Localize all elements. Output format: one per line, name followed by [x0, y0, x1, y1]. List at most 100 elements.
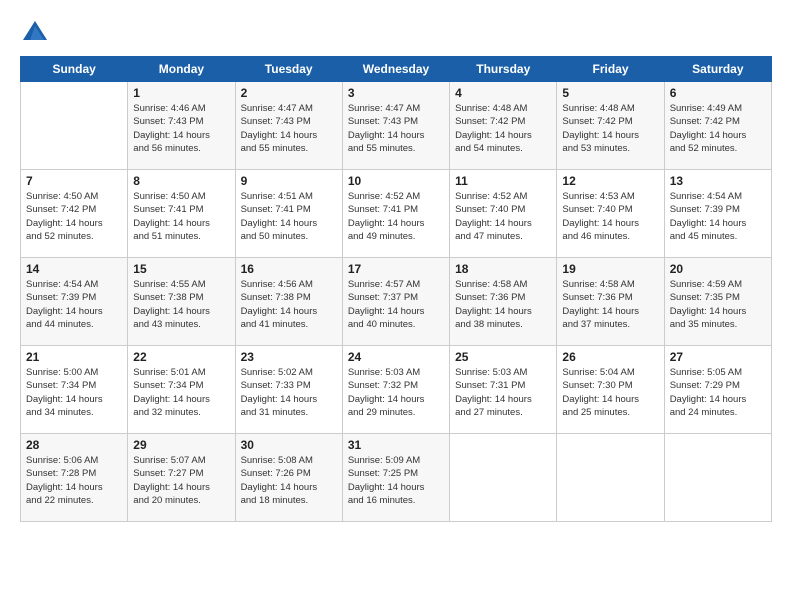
day-number: 12 — [562, 174, 658, 188]
cell-content: Sunrise: 4:57 AM Sunset: 7:37 PM Dayligh… — [348, 278, 444, 331]
cell-content: Sunrise: 4:46 AM Sunset: 7:43 PM Dayligh… — [133, 102, 229, 155]
calendar-cell: 4 Sunrise: 4:48 AM Sunset: 7:42 PM Daylig… — [450, 82, 557, 170]
calendar-cell: 21 Sunrise: 5:00 AM Sunset: 7:34 PM Dayli… — [21, 346, 128, 434]
page: SundayMondayTuesdayWednesdayThursdayFrid… — [0, 0, 792, 612]
calendar-cell: 20 Sunrise: 4:59 AM Sunset: 7:35 PM Dayli… — [664, 258, 771, 346]
cell-content: Sunrise: 4:58 AM Sunset: 7:36 PM Dayligh… — [455, 278, 551, 331]
day-number: 16 — [241, 262, 337, 276]
calendar-cell: 2 Sunrise: 4:47 AM Sunset: 7:43 PM Daylig… — [235, 82, 342, 170]
day-number: 27 — [670, 350, 766, 364]
calendar-cell: 24 Sunrise: 5:03 AM Sunset: 7:32 PM Dayli… — [342, 346, 449, 434]
calendar-cell: 1Sunrise: 4:46 AM Sunset: 7:43 PM Daylig… — [128, 82, 235, 170]
cell-content: Sunrise: 5:08 AM Sunset: 7:26 PM Dayligh… — [241, 454, 337, 507]
day-number: 11 — [455, 174, 551, 188]
logo — [20, 18, 54, 48]
cell-content: Sunrise: 5:02 AM Sunset: 7:33 PM Dayligh… — [241, 366, 337, 419]
cell-content: Sunrise: 5:03 AM Sunset: 7:31 PM Dayligh… — [455, 366, 551, 419]
day-number: 19 — [562, 262, 658, 276]
calendar-cell: 3 Sunrise: 4:47 AM Sunset: 7:43 PM Daylig… — [342, 82, 449, 170]
header — [20, 18, 772, 48]
day-number: 23 — [241, 350, 337, 364]
calendar-table: SundayMondayTuesdayWednesdayThursdayFrid… — [20, 56, 772, 522]
calendar-cell: 25 Sunrise: 5:03 AM Sunset: 7:31 PM Dayli… — [450, 346, 557, 434]
day-number: 9 — [241, 174, 337, 188]
calendar-cell: 19 Sunrise: 4:58 AM Sunset: 7:36 PM Dayli… — [557, 258, 664, 346]
day-number: 13 — [670, 174, 766, 188]
calendar-cell: 23 Sunrise: 5:02 AM Sunset: 7:33 PM Dayli… — [235, 346, 342, 434]
cell-content: Sunrise: 5:04 AM Sunset: 7:30 PM Dayligh… — [562, 366, 658, 419]
day-number: 22 — [133, 350, 229, 364]
calendar-cell: 13 Sunrise: 4:54 AM Sunset: 7:39 PM Dayli… — [664, 170, 771, 258]
cell-content: Sunrise: 4:47 AM Sunset: 7:43 PM Dayligh… — [348, 102, 444, 155]
cell-content: Sunrise: 4:53 AM Sunset: 7:40 PM Dayligh… — [562, 190, 658, 243]
day-number: 31 — [348, 438, 444, 452]
weekday-header-saturday: Saturday — [664, 57, 771, 82]
logo-icon — [20, 18, 50, 48]
calendar-cell: 12 Sunrise: 4:53 AM Sunset: 7:40 PM Dayli… — [557, 170, 664, 258]
day-number: 2 — [241, 86, 337, 100]
cell-content: Sunrise: 5:00 AM Sunset: 7:34 PM Dayligh… — [26, 366, 122, 419]
cell-content: Sunrise: 5:03 AM Sunset: 7:32 PM Dayligh… — [348, 366, 444, 419]
day-number: 5 — [562, 86, 658, 100]
day-number: 10 — [348, 174, 444, 188]
calendar-week-4: 21 Sunrise: 5:00 AM Sunset: 7:34 PM Dayli… — [21, 346, 772, 434]
cell-content: Sunrise: 4:48 AM Sunset: 7:42 PM Dayligh… — [455, 102, 551, 155]
cell-content: Sunrise: 4:59 AM Sunset: 7:35 PM Dayligh… — [670, 278, 766, 331]
weekday-header-tuesday: Tuesday — [235, 57, 342, 82]
weekday-header-wednesday: Wednesday — [342, 57, 449, 82]
calendar-week-3: 14Sunrise: 4:54 AM Sunset: 7:39 PM Dayli… — [21, 258, 772, 346]
cell-content: Sunrise: 5:09 AM Sunset: 7:25 PM Dayligh… — [348, 454, 444, 507]
day-number: 15 — [133, 262, 229, 276]
calendar-cell: 26 Sunrise: 5:04 AM Sunset: 7:30 PM Dayli… — [557, 346, 664, 434]
calendar-cell — [557, 434, 664, 522]
calendar-cell: 22Sunrise: 5:01 AM Sunset: 7:34 PM Dayli… — [128, 346, 235, 434]
calendar-cell: 28 Sunrise: 5:06 AM Sunset: 7:28 PM Dayli… — [21, 434, 128, 522]
day-number: 25 — [455, 350, 551, 364]
calendar-cell: 7Sunrise: 4:50 AM Sunset: 7:42 PM Daylig… — [21, 170, 128, 258]
cell-content: Sunrise: 4:51 AM Sunset: 7:41 PM Dayligh… — [241, 190, 337, 243]
calendar-cell: 29 Sunrise: 5:07 AM Sunset: 7:27 PM Dayli… — [128, 434, 235, 522]
day-number: 28 — [26, 438, 122, 452]
cell-content: Sunrise: 4:52 AM Sunset: 7:41 PM Dayligh… — [348, 190, 444, 243]
day-number: 18 — [455, 262, 551, 276]
cell-content: Sunrise: 5:05 AM Sunset: 7:29 PM Dayligh… — [670, 366, 766, 419]
calendar-cell: 16Sunrise: 4:56 AM Sunset: 7:38 PM Dayli… — [235, 258, 342, 346]
day-number: 4 — [455, 86, 551, 100]
calendar-cell: 27 Sunrise: 5:05 AM Sunset: 7:29 PM Dayli… — [664, 346, 771, 434]
weekday-header-friday: Friday — [557, 57, 664, 82]
day-number: 30 — [241, 438, 337, 452]
day-number: 6 — [670, 86, 766, 100]
day-number: 3 — [348, 86, 444, 100]
calendar-cell: 14Sunrise: 4:54 AM Sunset: 7:39 PM Dayli… — [21, 258, 128, 346]
cell-content: Sunrise: 4:47 AM Sunset: 7:43 PM Dayligh… — [241, 102, 337, 155]
cell-content: Sunrise: 4:48 AM Sunset: 7:42 PM Dayligh… — [562, 102, 658, 155]
calendar-cell: 6 Sunrise: 4:49 AM Sunset: 7:42 PM Daylig… — [664, 82, 771, 170]
calendar-week-5: 28 Sunrise: 5:06 AM Sunset: 7:28 PM Dayli… — [21, 434, 772, 522]
calendar-cell: 10 Sunrise: 4:52 AM Sunset: 7:41 PM Dayli… — [342, 170, 449, 258]
calendar-cell: 31 Sunrise: 5:09 AM Sunset: 7:25 PM Dayli… — [342, 434, 449, 522]
day-number: 26 — [562, 350, 658, 364]
cell-content: Sunrise: 5:06 AM Sunset: 7:28 PM Dayligh… — [26, 454, 122, 507]
calendar-cell — [21, 82, 128, 170]
calendar-cell: 9 Sunrise: 4:51 AM Sunset: 7:41 PM Daylig… — [235, 170, 342, 258]
cell-content: Sunrise: 4:58 AM Sunset: 7:36 PM Dayligh… — [562, 278, 658, 331]
calendar-cell: 15Sunrise: 4:55 AM Sunset: 7:38 PM Dayli… — [128, 258, 235, 346]
calendar-cell: 17 Sunrise: 4:57 AM Sunset: 7:37 PM Dayli… — [342, 258, 449, 346]
cell-content: Sunrise: 4:54 AM Sunset: 7:39 PM Dayligh… — [26, 278, 122, 331]
cell-content: Sunrise: 4:54 AM Sunset: 7:39 PM Dayligh… — [670, 190, 766, 243]
day-number: 29 — [133, 438, 229, 452]
day-number: 17 — [348, 262, 444, 276]
day-number: 24 — [348, 350, 444, 364]
weekday-header-row: SundayMondayTuesdayWednesdayThursdayFrid… — [21, 57, 772, 82]
day-number: 7 — [26, 174, 122, 188]
cell-content: Sunrise: 4:50 AM Sunset: 7:41 PM Dayligh… — [133, 190, 229, 243]
cell-content: Sunrise: 5:07 AM Sunset: 7:27 PM Dayligh… — [133, 454, 229, 507]
calendar-week-1: 1Sunrise: 4:46 AM Sunset: 7:43 PM Daylig… — [21, 82, 772, 170]
day-number: 21 — [26, 350, 122, 364]
calendar-cell: 18 Sunrise: 4:58 AM Sunset: 7:36 PM Dayli… — [450, 258, 557, 346]
cell-content: Sunrise: 4:49 AM Sunset: 7:42 PM Dayligh… — [670, 102, 766, 155]
day-number: 8 — [133, 174, 229, 188]
day-number: 20 — [670, 262, 766, 276]
weekday-header-thursday: Thursday — [450, 57, 557, 82]
calendar-cell: 11Sunrise: 4:52 AM Sunset: 7:40 PM Dayli… — [450, 170, 557, 258]
